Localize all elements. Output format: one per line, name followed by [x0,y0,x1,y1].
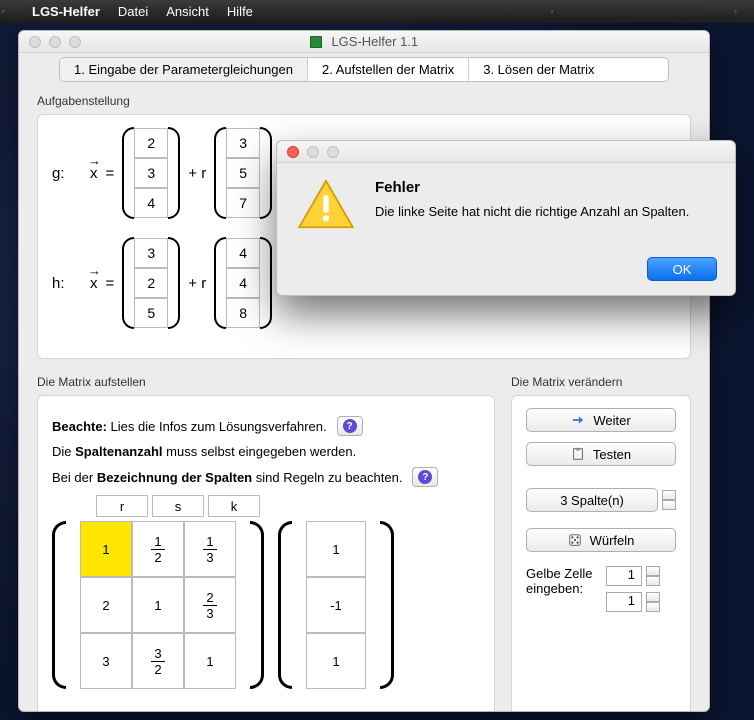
help-icon: ? [418,470,432,484]
help-button-2[interactable]: ? [412,467,438,487]
vector-symbol-x: →x [90,165,98,182]
spalten-field[interactable]: 3 Spalte(n) [526,488,658,512]
gelbe-stepper-2[interactable] [646,592,660,612]
left-bracket-icon [52,521,66,689]
window-title-text: LGS-Helfer 1.1 [331,34,418,49]
matrix-cell[interactable]: 1 [80,521,132,577]
info-bezeichnung: Bei der Bezeichnung der Spalten sind Reg… [52,467,480,487]
header-k[interactable]: k [208,495,260,517]
matrix-cell[interactable]: 2 [80,577,132,633]
error-dialog: Fehler Die linke Seite hat nicht die ric… [276,140,736,296]
vector-h-support: 3 2 5 [122,237,180,329]
header-s[interactable]: s [152,495,204,517]
menubar-item-datei[interactable]: Datei [118,4,148,19]
tab-step-1[interactable]: 1. Eingabe der Parametergleichungen [60,58,308,81]
menubar-item-hilfe[interactable]: Hilfe [227,4,253,19]
spalten-stepper[interactable] [662,490,676,510]
matrix-cell[interactable]: 23 [184,577,236,633]
gelbe-input-1[interactable]: 1 [606,566,642,586]
window-title: LGS-Helfer 1.1 [19,34,709,49]
h-v2-1[interactable]: 4 [226,268,260,298]
dialog-title: Fehler [375,179,420,196]
header-r[interactable]: r [96,495,148,517]
eq-g-label: g: [52,165,82,182]
g-v1-0[interactable]: 2 [134,128,168,158]
gelbe-zelle-group: Gelbe Zelle eingeben: 1 1 [526,566,676,612]
app-titlebar: LGS-Helfer 1.1 [19,31,709,53]
dialog-zoom-button [327,146,339,158]
equals-sign: = [106,165,115,182]
vector-g-support: 2 3 4 [122,127,180,219]
h-v2-2[interactable]: 8 [226,298,260,328]
dialog-close-button[interactable] [287,146,299,158]
matrix-cell[interactable]: 3 [80,633,132,689]
g-v1-2[interactable]: 4 [134,188,168,218]
g-v2-0[interactable]: 3 [226,128,260,158]
gelbe-stepper-1[interactable] [646,566,660,586]
vector-g-direction: 3 5 7 [214,127,272,219]
rhs-cell[interactable]: 1 [306,521,366,577]
step-tabs: 1. Eingabe der Parametergleichungen 2. A… [59,57,669,82]
g-v2-2[interactable]: 7 [226,188,260,218]
matrix-cell[interactable]: 32 [132,633,184,689]
h-v1-2[interactable]: 5 [134,298,168,328]
matrix-area: 1121321233321 1-11 [52,521,480,689]
wurfeln-button[interactable]: Würfeln [526,528,676,552]
vector-h-direction: 4 4 8 [214,237,272,329]
left-bracket-icon [278,521,292,689]
clipboard-icon [571,447,585,461]
ok-button[interactable]: OK [647,257,717,281]
dialog-titlebar [277,141,735,163]
app-window: LGS-Helfer 1.1 1. Eingabe der Parameterg… [18,30,710,712]
matrix-cell[interactable]: 12 [132,521,184,577]
plus-r: + r [188,275,206,292]
tab-step-3[interactable]: 3. Lösen der Matrix [469,58,608,81]
gelbe-input-2[interactable]: 1 [606,592,642,612]
vector-symbol-x: →x [90,275,98,292]
section-matrix: Beachte: Lies die Infos zum Lösungsverfa… [37,395,495,712]
rhs-vector: 1-11 [306,521,366,689]
arrow-right-icon [571,413,585,427]
rhs-cell[interactable]: -1 [306,577,366,633]
info-beachte: Beachte: Lies die Infos zum Lösungsverfa… [52,416,480,436]
h-v1-1[interactable]: 2 [134,268,168,298]
column-headers: r s k [96,495,480,517]
gelbe-zelle-label: Gelbe Zelle eingeben: [526,566,596,596]
rhs-cell[interactable]: 1 [306,633,366,689]
h-v1-0[interactable]: 3 [134,238,168,268]
warning-icon [297,179,355,229]
dialog-text: Fehler Die linke Seite hat nicht die ric… [375,179,689,229]
dialog-minimize-button [307,146,319,158]
matrix-grid: 1121321233321 [80,521,236,689]
g-v2-1[interactable]: 5 [226,158,260,188]
right-bracket-icon [250,521,264,689]
matrix-cell[interactable]: 1 [184,633,236,689]
matrix-cell[interactable]: 13 [184,521,236,577]
help-icon: ? [343,419,357,433]
mac-menubar: LGS-Helfer Datei Ansicht Hilfe [0,0,754,23]
weiter-button[interactable]: Weiter [526,408,676,432]
menubar-item-ansicht[interactable]: Ansicht [166,4,209,19]
menubar-app-name[interactable]: LGS-Helfer [32,4,100,19]
testen-button[interactable]: Testen [526,442,676,466]
section-aufgabenstellung-label: Aufgabenstellung [37,94,691,108]
section-veraendern-label: Die Matrix verändern [511,375,691,389]
g-v1-1[interactable]: 3 [134,158,168,188]
app-icon [310,36,322,48]
matrix-cell[interactable]: 1 [132,577,184,633]
section-veraendern: Weiter Testen 3 Spalte(n) [511,395,691,712]
h-v2-0[interactable]: 4 [226,238,260,268]
plus-r: + r [188,165,206,182]
info-spaltenanzahl: Die Spaltenanzahl muss selbst eingegeben… [52,444,480,459]
equals-sign: = [106,275,115,292]
help-button-1[interactable]: ? [337,416,363,436]
eq-h-label: h: [52,275,82,292]
dialog-message: Die linke Seite hat nicht die richtige A… [375,204,689,219]
spalten-spinner: 3 Spalte(n) [526,488,676,512]
tab-step-2[interactable]: 2. Aufstellen der Matrix [308,58,469,81]
dice-icon [568,533,582,547]
section-matrix-label: Die Matrix aufstellen [37,375,495,389]
right-bracket-icon [380,521,394,689]
